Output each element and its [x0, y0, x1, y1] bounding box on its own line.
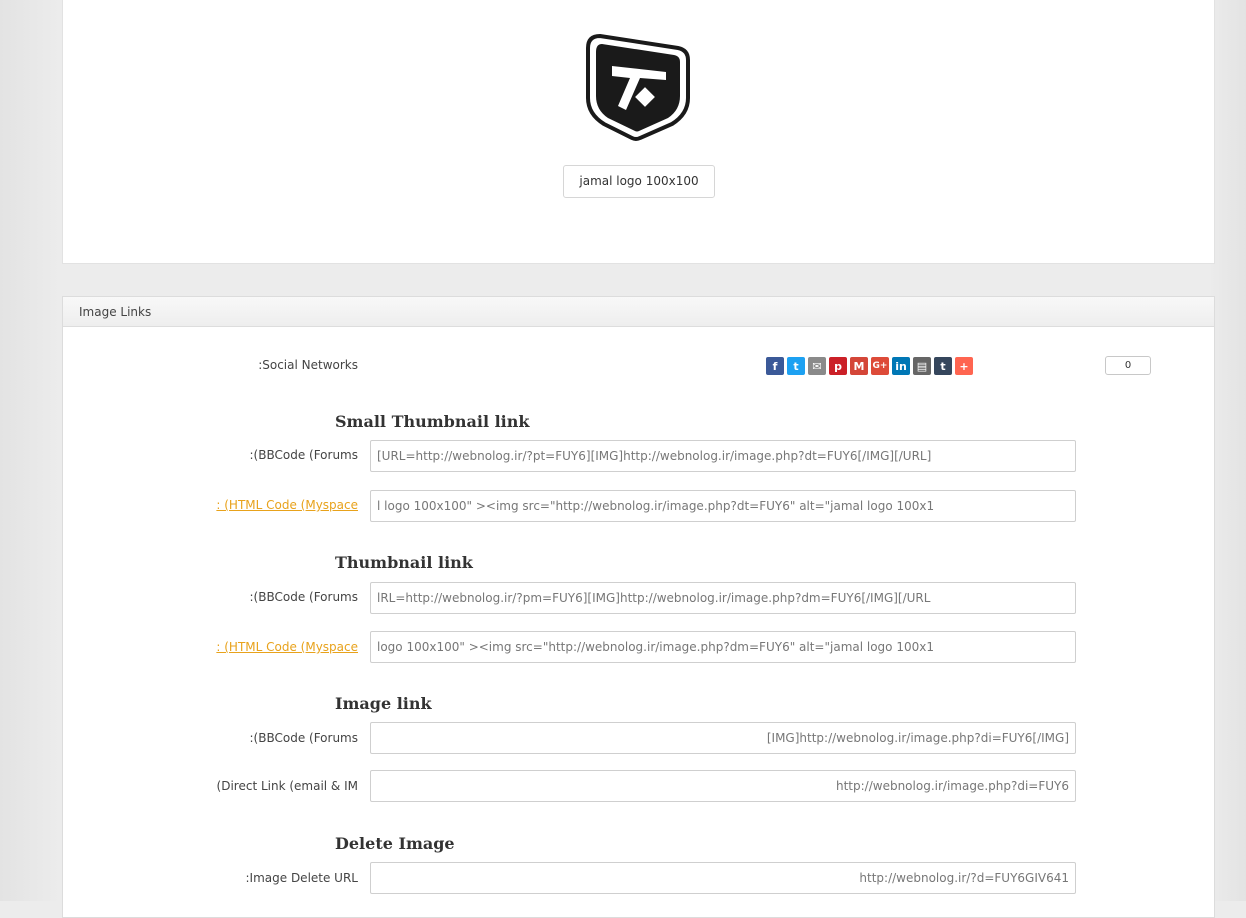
page-gutter-left — [0, 0, 60, 901]
delete-url-label: :Image Delete URL — [245, 871, 359, 885]
facebook-icon[interactable]: f — [766, 357, 784, 375]
uploaded-image-logo — [582, 28, 694, 142]
email-icon[interactable]: ✉ — [808, 357, 826, 375]
delete-url-field[interactable]: http://webnolog.ir/?d=FUY6GIV641 — [370, 862, 1076, 894]
pinterest-icon[interactable]: p — [829, 357, 847, 375]
delete-image-title: Delete Image — [335, 834, 455, 853]
small-thumbnail-title: Small Thumbnail link — [335, 412, 530, 431]
tumblr-icon[interactable]: t — [934, 357, 952, 375]
social-networks-label: :Social Networks — [258, 358, 358, 372]
small-thumb-html-label[interactable]: : (HTML Code (Myspace — [68, 498, 358, 512]
twitter-icon[interactable]: t — [787, 357, 805, 375]
image-caption: jamal logo 100x100 — [563, 165, 715, 198]
image-link-title: Image link — [335, 694, 432, 713]
direct-link-field[interactable]: http://webnolog.ir/image.php?di=FUY6 — [370, 770, 1076, 802]
image-bbcode-label: :(BBCode (Forums — [249, 731, 359, 745]
small-thumb-html-field[interactable]: l logo 100x100" ><img src="http://webnol… — [370, 490, 1076, 522]
google-plus-icon[interactable]: G+ — [871, 357, 889, 375]
thumb-bbcode-label: :(BBCode (Forums — [249, 590, 359, 604]
small-thumb-bbcode-label: :(BBCode (Forums — [249, 448, 359, 462]
gmail-icon[interactable]: M — [850, 357, 868, 375]
print-icon[interactable]: ▤ — [913, 357, 931, 375]
share-more-icon[interactable]: + — [955, 357, 973, 375]
direct-link-label: (Direct Link (email & IM — [216, 779, 358, 793]
image-bbcode-field[interactable]: [IMG]http://webnolog.ir/image.php?di=FUY… — [370, 722, 1076, 754]
thumb-html-label[interactable]: : (HTML Code (Myspace — [68, 640, 358, 654]
thumb-bbcode-field[interactable]: lRL=http://webnolog.ir/?pm=FUY6][IMG]htt… — [370, 582, 1076, 614]
thumb-html-field[interactable]: logo 100x100" ><img src="http://webnolog… — [370, 631, 1076, 663]
linkedin-icon[interactable]: in — [892, 357, 910, 375]
share-count: 0 — [1105, 356, 1151, 375]
image-links-header: Image Links — [63, 297, 1214, 327]
thumbnail-title: Thumbnail link — [335, 553, 473, 572]
small-thumb-bbcode-field[interactable]: [URL=http://webnolog.ir/?pt=FUY6][IMG]ht… — [370, 440, 1076, 472]
social-share-bar: f t ✉ p M G+ in ▤ t + — [766, 356, 973, 376]
